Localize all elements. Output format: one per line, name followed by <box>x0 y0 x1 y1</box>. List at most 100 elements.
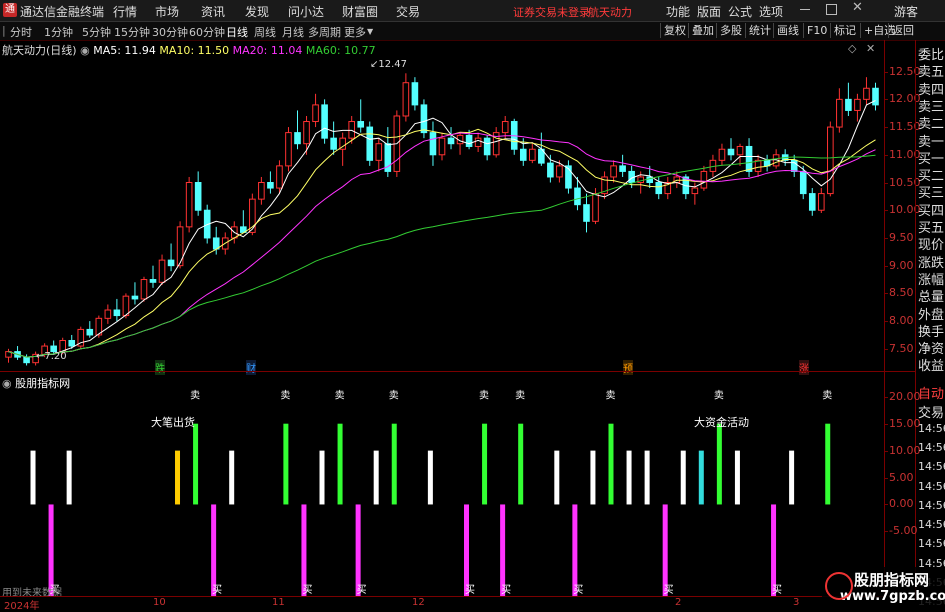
candle[interactable] <box>267 171 274 194</box>
candle[interactable] <box>104 304 112 324</box>
candle[interactable] <box>339 132 346 166</box>
candle[interactable] <box>529 143 536 164</box>
menu-item-5[interactable]: 财富圈 <box>342 3 378 20</box>
candle[interactable] <box>167 243 175 272</box>
signal-bar[interactable] <box>391 423 397 505</box>
period-5min[interactable]: 5分钟 <box>82 24 111 40</box>
candle[interactable] <box>863 77 870 105</box>
btn-adjust[interactable]: 复权 <box>660 23 689 38</box>
quote-field-label[interactable]: 涨跌 <box>918 252 945 271</box>
period-intraday[interactable]: 分时 <box>10 24 32 40</box>
candle[interactable] <box>86 321 94 338</box>
user-guest[interactable]: 游客 <box>894 3 918 20</box>
candle[interactable] <box>836 88 843 133</box>
signal-bar[interactable] <box>48 504 54 596</box>
quote-field-label[interactable]: 净资 <box>918 338 945 357</box>
candle[interactable] <box>827 121 834 197</box>
period-weekly[interactable]: 周线 <box>254 24 276 40</box>
signal-bar[interactable] <box>211 504 217 596</box>
signal-bar[interactable] <box>175 450 181 505</box>
quote-field-label[interactable]: 卖五 <box>918 61 945 80</box>
menu-item-3[interactable]: 发现 <box>245 3 269 20</box>
period-15min[interactable]: 15分钟 <box>114 24 150 40</box>
signal-bar[interactable] <box>608 423 614 505</box>
signal-bar[interactable] <box>572 504 578 596</box>
trade-tab[interactable]: 自动 <box>918 383 945 402</box>
menu-function[interactable]: 功能 <box>666 3 690 20</box>
candle[interactable] <box>312 93 319 128</box>
candle[interactable] <box>808 188 816 216</box>
menu-item-2[interactable]: 资讯 <box>201 3 225 20</box>
quote-field-label[interactable]: 收益 <box>918 355 945 374</box>
period-daily[interactable]: 日线 <box>226 24 248 40</box>
btn-back[interactable]: 返回 <box>888 23 917 38</box>
candle[interactable] <box>700 165 708 191</box>
signal-bar[interactable] <box>698 450 704 505</box>
menu-item-6[interactable]: 交易 <box>396 3 420 20</box>
period-30min[interactable]: 30分钟 <box>152 24 188 40</box>
signal-bar[interactable] <box>229 450 235 505</box>
signal-bar[interactable] <box>66 450 72 505</box>
candle[interactable] <box>854 93 861 122</box>
signal-bar[interactable] <box>626 450 632 505</box>
signal-bar[interactable] <box>355 504 361 596</box>
candle[interactable] <box>601 171 608 200</box>
candle[interactable] <box>321 99 328 144</box>
candle[interactable] <box>474 132 482 153</box>
login-warning[interactable]: 证券交易未登录 <box>513 4 590 20</box>
signal-bar[interactable] <box>319 450 325 505</box>
close-chart-icon[interactable]: ✕ <box>866 42 875 55</box>
quote-field-label[interactable]: 买二 <box>918 165 945 184</box>
candle[interactable] <box>411 77 419 111</box>
btn-draw[interactable]: 画线 <box>773 23 802 38</box>
signal-bar[interactable] <box>825 423 831 505</box>
signal-bar[interactable] <box>789 450 795 505</box>
signal-bar[interactable] <box>427 450 433 505</box>
quote-field-label[interactable]: 买五 <box>918 217 945 236</box>
quote-field-label[interactable]: 涨幅 <box>918 269 945 288</box>
tick-time[interactable]: 14:56 <box>918 422 945 435</box>
candle[interactable] <box>510 118 518 155</box>
btn-overlay[interactable]: 叠加 <box>688 23 717 38</box>
quote-field-label[interactable]: 现价 <box>918 234 945 253</box>
signal-bar[interactable] <box>283 423 289 505</box>
event-marker-fall[interactable]: 跌 <box>155 360 165 375</box>
signal-bar[interactable] <box>30 450 36 505</box>
period-more[interactable]: 更多 <box>344 24 366 40</box>
candle[interactable] <box>375 138 383 172</box>
candle[interactable] <box>303 115 310 155</box>
menu-formula[interactable]: 公式 <box>728 3 752 20</box>
candle[interactable] <box>754 154 762 177</box>
quote-field-label[interactable]: 卖二 <box>918 113 945 132</box>
candle[interactable] <box>176 221 184 269</box>
candle[interactable] <box>384 127 392 177</box>
candle[interactable] <box>727 138 735 161</box>
candle[interactable] <box>664 176 672 200</box>
period-60min[interactable]: 60分钟 <box>189 24 225 40</box>
candle[interactable] <box>14 346 21 360</box>
tick-time[interactable]: 14:56 <box>918 480 945 493</box>
signal-bar[interactable] <box>554 450 560 505</box>
signal-bar[interactable] <box>464 504 469 596</box>
minimize-icon[interactable] <box>800 9 810 10</box>
tick-time[interactable]: 14:56 <box>918 499 945 512</box>
candle[interactable] <box>817 188 825 213</box>
signal-bar[interactable] <box>193 423 199 505</box>
tick-time[interactable]: 14:56 <box>918 441 945 454</box>
period-monthly[interactable]: 月线 <box>282 24 304 40</box>
candle[interactable] <box>456 132 464 155</box>
candle[interactable] <box>447 127 455 150</box>
btn-multi-stock[interactable]: 多股 <box>716 23 745 38</box>
candle[interactable] <box>763 154 771 172</box>
btn-f10[interactable]: F10 <box>803 23 830 38</box>
quote-field-label[interactable]: 卖一 <box>918 131 945 150</box>
menu-item-4[interactable]: 问小达 <box>288 3 324 20</box>
candle[interactable] <box>330 121 337 155</box>
candle[interactable] <box>366 121 374 166</box>
event-marker-finance[interactable]: 财 <box>246 360 256 375</box>
candle[interactable] <box>194 171 202 216</box>
candle[interactable] <box>736 143 744 166</box>
candle[interactable] <box>483 135 491 161</box>
candle[interactable] <box>745 138 753 177</box>
quote-field-label[interactable]: 总量 <box>918 286 945 305</box>
